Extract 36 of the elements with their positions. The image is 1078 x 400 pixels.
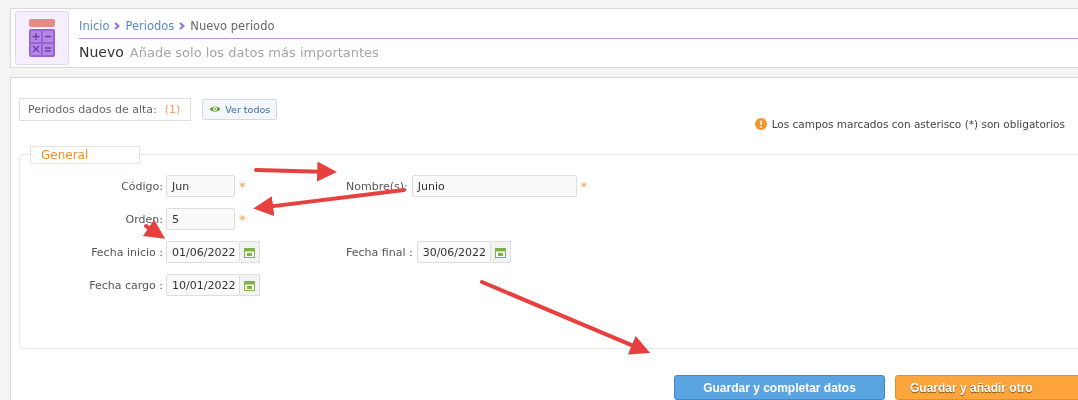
calendar-button[interactable] xyxy=(240,241,260,263)
warning-icon xyxy=(754,118,767,130)
chevron-icon xyxy=(179,21,186,30)
chevron-icon xyxy=(114,21,121,30)
eye-icon xyxy=(209,105,222,113)
count-value: (1) xyxy=(164,102,181,116)
breadcrumb-link[interactable]: Periodos xyxy=(125,18,175,33)
text-field[interactable]: 5 xyxy=(166,208,235,230)
required-asterisk: * xyxy=(239,211,246,227)
page-title: Nuevo xyxy=(79,43,124,60)
calendar-icon xyxy=(494,246,506,258)
count-label: Periodos dados de alta: xyxy=(28,102,157,116)
calendar-button[interactable] xyxy=(490,241,511,263)
breadcrumb-link[interactable]: Inicio xyxy=(79,18,110,33)
calendar-icon xyxy=(244,246,255,258)
field-label: Fecha cargo : xyxy=(89,278,163,292)
date-field[interactable]: 01/06/2022 xyxy=(166,241,240,263)
fieldset-legend: General xyxy=(30,146,140,164)
date-field[interactable]: 30/06/2022 xyxy=(416,241,491,263)
field-label: Nombre(s): xyxy=(346,179,409,193)
field-label: Código: xyxy=(121,179,163,193)
required-asterisk: * xyxy=(239,178,246,194)
view-all-button[interactable]: Ver todos xyxy=(202,98,278,120)
calculator-icon xyxy=(29,19,55,57)
breadcrumb-current: Nuevo periodo xyxy=(190,18,275,33)
page-subtitle: Añade solo los datos más importantes xyxy=(129,44,379,60)
field-label: Orden: xyxy=(125,212,163,226)
text-field[interactable]: Junio xyxy=(411,175,577,197)
field-label: Fecha final : xyxy=(346,245,414,259)
required-notice: Los campos marcados con asterisco (*) son obligatorios xyxy=(771,118,1065,130)
required-asterisk: * xyxy=(580,178,588,194)
field-label: Fecha inicio : xyxy=(91,245,163,259)
calendar-icon xyxy=(244,279,255,291)
text-field[interactable]: Jun xyxy=(166,175,235,197)
calendar-button[interactable] xyxy=(240,274,260,296)
date-field[interactable]: 10/01/2022 xyxy=(166,274,240,296)
